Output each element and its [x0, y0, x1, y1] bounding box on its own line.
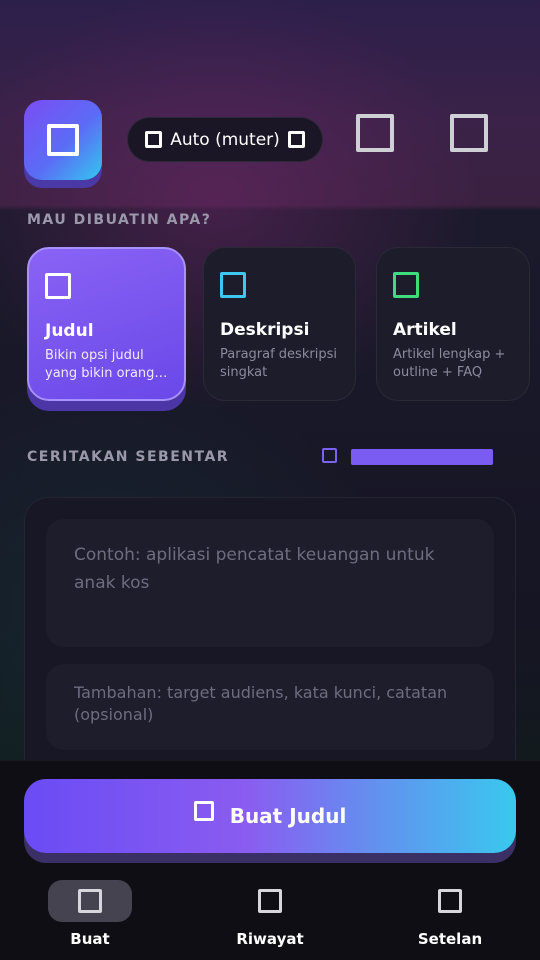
- type-section-label: MAU DIBUATIN APA?: [27, 212, 212, 228]
- progress-icon: [322, 448, 337, 463]
- settings-icon: [438, 889, 462, 913]
- mode-selector[interactable]: Auto (muter): [127, 117, 323, 162]
- mode-icon: [145, 131, 163, 148]
- generate-button[interactable]: Buat Judul: [24, 779, 516, 853]
- nav-icon-container: [48, 880, 132, 922]
- nav-label: Buat: [70, 930, 110, 948]
- card-desc: Bikin opsi judul yang bikin orang penasa…: [45, 348, 155, 381]
- history-icon[interactable]: [356, 114, 394, 152]
- card-artikel[interactable]: Artikel Artikel lengkap + outline + FAQ: [376, 247, 530, 401]
- menu-icon[interactable]: [450, 114, 488, 152]
- mode-label: Auto (muter): [170, 129, 280, 150]
- title-type-icon: [45, 273, 71, 299]
- article-type-icon: [393, 272, 419, 298]
- description-type-icon: [220, 272, 246, 298]
- card-title: Artikel: [393, 320, 457, 340]
- progress-fill: [351, 449, 493, 465]
- progress-bar: [351, 449, 493, 465]
- extra-notes-input[interactable]: Tambahan: target audiens, kata kunci, ca…: [46, 664, 494, 750]
- story-section-label: CERITAKAN SEBENTAR: [27, 449, 230, 465]
- generate-button-label: Buat Judul: [229, 804, 347, 828]
- card-desc: Paragraf deskripsi singkat: [220, 347, 337, 380]
- card-deskripsi[interactable]: Deskripsi Paragraf deskripsi singkat: [203, 247, 356, 401]
- app-logo: [24, 100, 102, 180]
- card-desc: Artikel lengkap + outline + FAQ: [393, 347, 506, 380]
- nav-item-riwayat[interactable]: Riwayat: [205, 880, 335, 948]
- sparkle-icon: [193, 801, 214, 821]
- card-judul[interactable]: Judul Bikin opsi judul yang bikin orang …: [27, 247, 186, 401]
- nav-item-buat[interactable]: Buat: [25, 880, 155, 948]
- nav-icon-container: [228, 880, 312, 922]
- description-input[interactable]: Contoh: aplikasi pencatat keuangan untuk…: [46, 519, 494, 647]
- card-title: Deskripsi: [220, 320, 310, 340]
- create-icon: [78, 889, 102, 913]
- nav-label: Setelan: [417, 930, 483, 948]
- mode-toggle-icon: [287, 131, 305, 148]
- nav-label: Riwayat: [236, 930, 304, 948]
- history-nav-icon: [258, 889, 282, 913]
- card-title: Judul: [45, 321, 94, 341]
- app-logo-icon: [47, 124, 79, 156]
- nav-item-setelan[interactable]: Setelan: [385, 880, 515, 948]
- nav-icon-container: [408, 880, 492, 922]
